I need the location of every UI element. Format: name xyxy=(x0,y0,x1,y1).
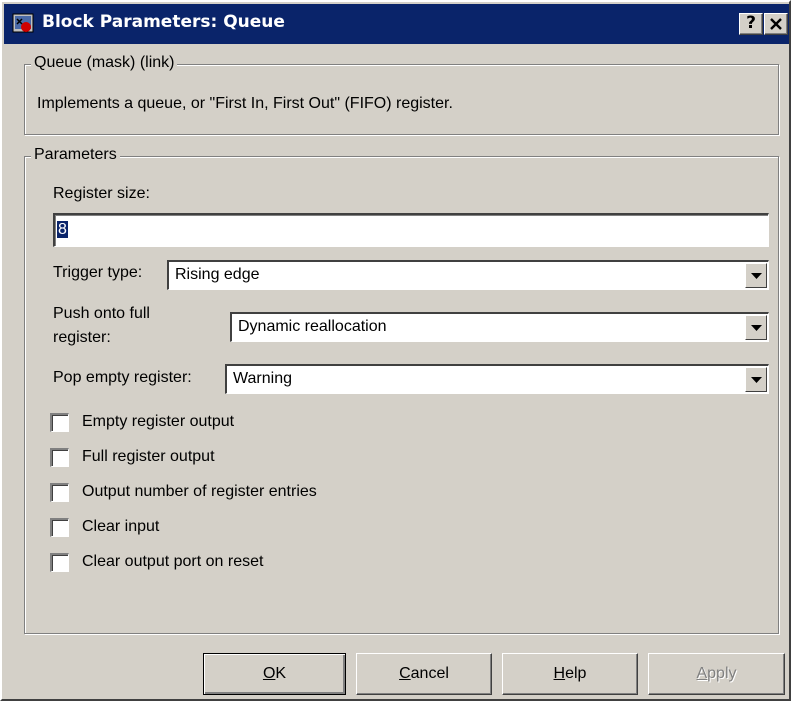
chevron-down-icon xyxy=(751,273,762,279)
window-title: Block Parameters: Queue xyxy=(42,12,285,32)
trigger-type-label: Trigger type: xyxy=(53,264,143,281)
push-onto-full-value: Dynamic reallocation xyxy=(238,318,387,335)
title-bar[interactable]: Block Parameters: Queue ? xyxy=(4,4,789,44)
pop-empty-dropdown-button[interactable] xyxy=(745,367,767,392)
pop-empty-value: Warning xyxy=(233,370,292,387)
clear-input-checkbox[interactable] xyxy=(50,518,69,537)
block-description: Implements a queue, or "First In, First … xyxy=(37,95,453,112)
ok-mnemonic: O xyxy=(262,665,276,682)
full-register-output-checkbox[interactable] xyxy=(50,448,69,467)
close-button[interactable] xyxy=(764,13,788,35)
register-size-value: 8 xyxy=(57,221,68,238)
simulink-block-icon xyxy=(12,12,36,36)
parameters-group-legend: Parameters xyxy=(31,146,120,164)
trigger-type-dropdown-button[interactable] xyxy=(745,263,767,288)
output-number-entries-checkbox[interactable] xyxy=(50,483,69,502)
apply-button[interactable]: Apply xyxy=(648,653,785,695)
chevron-down-icon xyxy=(751,325,762,331)
apply-label-rest: pply xyxy=(707,665,737,682)
cancel-button[interactable]: Cancel xyxy=(356,653,492,695)
ok-label-rest: K xyxy=(275,665,287,682)
description-group-legend: Queue (mask) (link) xyxy=(31,54,178,72)
output-number-entries-label: Output number of register entries xyxy=(82,483,317,500)
help-label-rest: elp xyxy=(565,665,587,682)
cancel-label-rest: ancel xyxy=(410,665,449,682)
empty-register-output-checkbox[interactable] xyxy=(50,413,69,432)
close-icon xyxy=(770,18,782,30)
register-size-field[interactable]: 8 xyxy=(53,213,769,247)
ok-button[interactable]: OK xyxy=(203,653,346,695)
chevron-down-icon xyxy=(751,377,762,383)
register-size-label: Register size: xyxy=(53,185,150,202)
clear-input-label: Clear input xyxy=(82,518,160,535)
pop-empty-dropdown[interactable]: Warning xyxy=(225,364,769,394)
parameters-group: Parameters Register size: 8 Trigger type… xyxy=(24,146,779,634)
trigger-type-value: Rising edge xyxy=(175,266,260,283)
cancel-mnemonic: C xyxy=(399,665,411,682)
help-mnemonic: H xyxy=(553,665,566,682)
pop-empty-label: Pop empty register: xyxy=(53,369,192,386)
push-onto-full-label-line1: Push onto full xyxy=(53,305,150,322)
push-onto-full-dropdown-button[interactable] xyxy=(745,315,767,340)
description-group: Queue (mask) (link) Implements a queue, … xyxy=(24,54,779,135)
clear-output-port-checkbox[interactable] xyxy=(50,553,69,572)
help-button[interactable]: Help xyxy=(502,653,638,695)
apply-mnemonic: A xyxy=(696,665,708,682)
push-onto-full-label-line2: register: xyxy=(53,329,111,346)
trigger-type-dropdown[interactable]: Rising edge xyxy=(167,260,769,290)
block-parameters-dialog: Block Parameters: Queue ? Queue (mask) (… xyxy=(0,0,791,701)
empty-register-output-label: Empty register output xyxy=(82,413,235,430)
context-help-button[interactable]: ? xyxy=(739,13,763,35)
push-onto-full-dropdown[interactable]: Dynamic reallocation xyxy=(230,312,769,342)
full-register-output-label: Full register output xyxy=(82,448,215,465)
clear-output-port-label: Clear output port on reset xyxy=(82,553,264,570)
